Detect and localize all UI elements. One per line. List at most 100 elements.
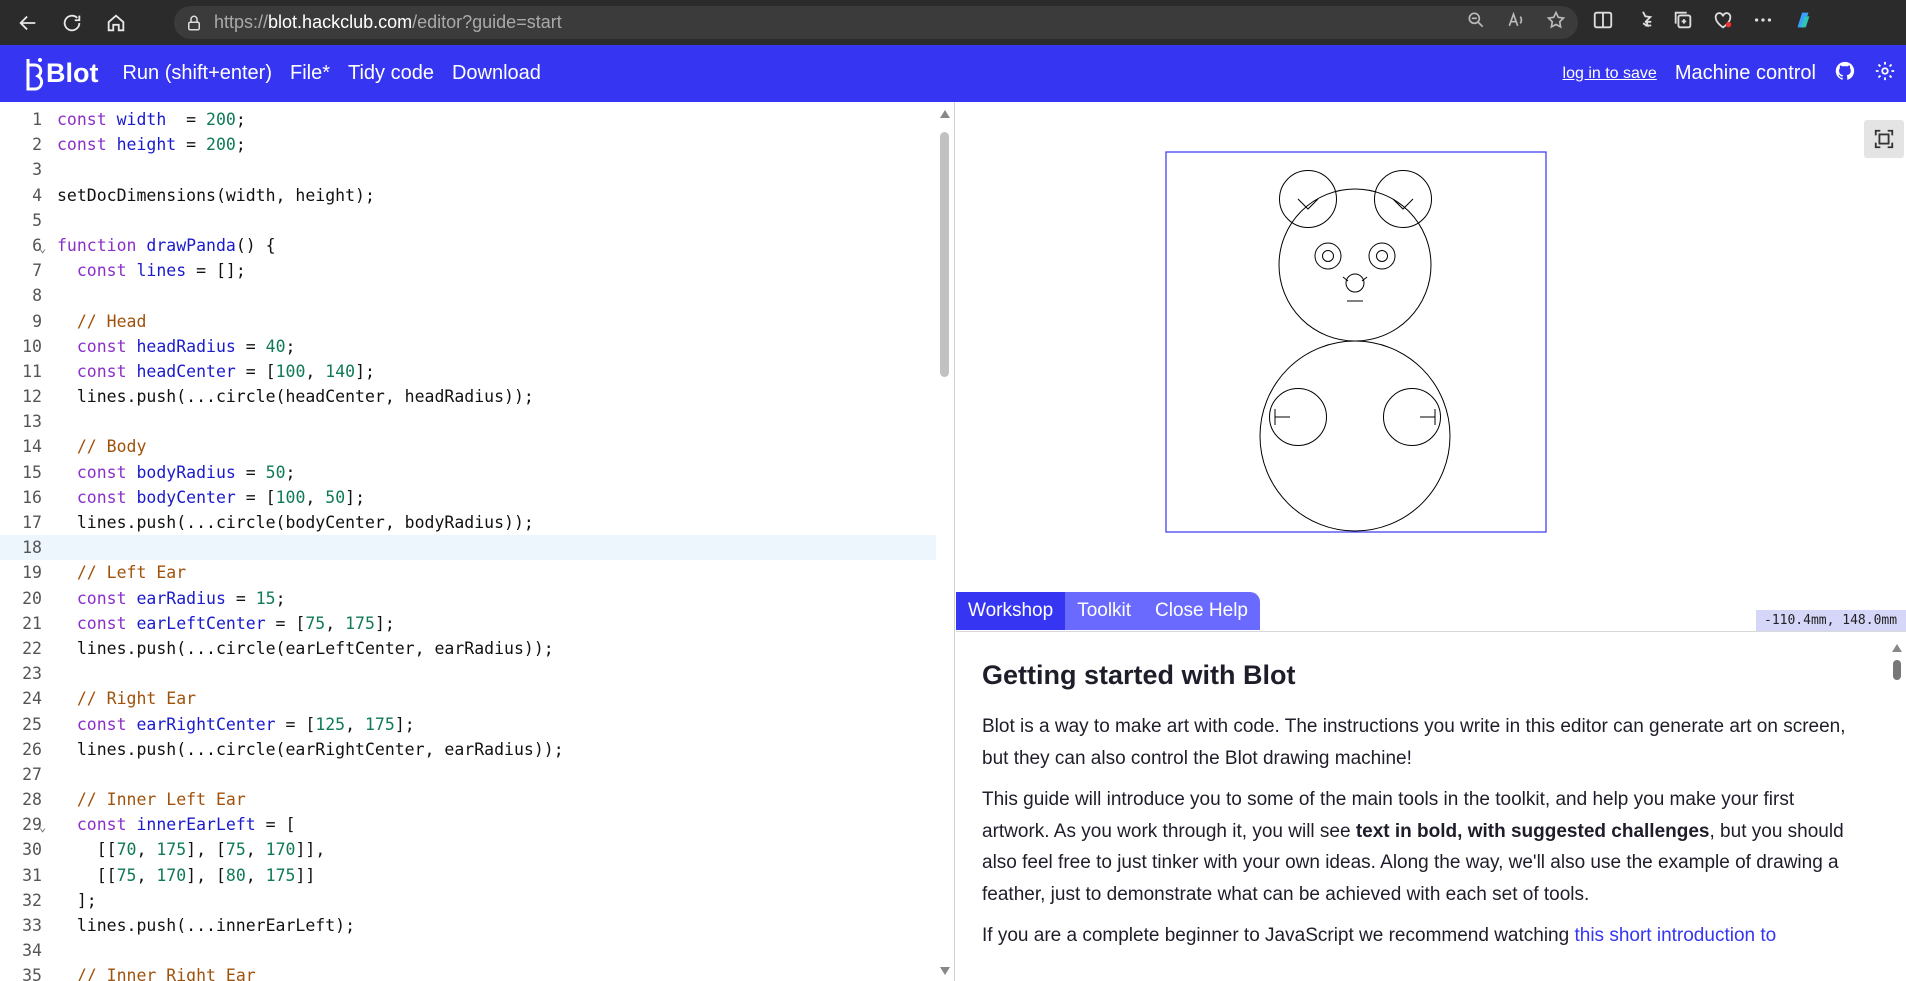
code-line[interactable]: 25 const earRightCenter = [125, 175]; bbox=[0, 712, 954, 737]
code-line[interactable]: 21 const earLeftCenter = [75, 175]; bbox=[0, 611, 954, 636]
code-line[interactable]: 9 // Head bbox=[0, 309, 954, 334]
code-line[interactable]: 11 const headCenter = [100, 140]; bbox=[0, 359, 954, 384]
code-line[interactable]: 8 bbox=[0, 283, 954, 308]
code-line[interactable]: 30 [[70, 175], [75, 170]], bbox=[0, 837, 954, 862]
code-line[interactable]: 34 bbox=[0, 938, 954, 963]
code-line[interactable]: 29 ⌄ const innerEarLeft = [ bbox=[0, 812, 954, 837]
help-scroll-up-arrow[interactable] bbox=[1892, 644, 1902, 652]
code-line[interactable]: 2 const height = 200; bbox=[0, 132, 954, 157]
code-text: [[75, 170], [80, 175]] bbox=[57, 865, 316, 885]
blot-logo[interactable]: Blot bbox=[20, 55, 98, 93]
line-number: 20 bbox=[22, 588, 42, 608]
cursor-coordinates: -110.4mm, 148.0mm bbox=[1756, 610, 1906, 631]
code-line[interactable]: 33 lines.push(...innerEarLeft); bbox=[0, 913, 954, 938]
scroll-up-arrow[interactable] bbox=[940, 110, 950, 118]
fit-view-icon[interactable] bbox=[1864, 120, 1904, 158]
machine-control-button[interactable]: Machine control bbox=[1675, 62, 1816, 85]
code-line[interactable]: 35 // Inner Right Ear bbox=[0, 963, 954, 981]
line-number: 34 bbox=[22, 941, 42, 961]
line-number: 5 bbox=[32, 210, 42, 230]
download-button[interactable]: Download bbox=[452, 62, 541, 85]
code-line[interactable]: 6 ⌄ function drawPanda() { bbox=[0, 233, 954, 258]
line-number: 15 bbox=[22, 462, 42, 482]
code-line[interactable]: 27 bbox=[0, 762, 954, 787]
code-line[interactable]: 10 const headRadius = 40; bbox=[0, 334, 954, 359]
line-number: 16 bbox=[22, 487, 42, 507]
code-line[interactable]: 23 bbox=[0, 661, 954, 686]
editor-scrollbar[interactable] bbox=[936, 102, 954, 981]
code-line[interactable]: 15 const bodyRadius = 50; bbox=[0, 460, 954, 485]
code-line[interactable]: 20 const earRadius = 15; bbox=[0, 586, 954, 611]
code-text: // Left Ear bbox=[76, 563, 187, 583]
code-line[interactable]: 28 // Inner Left Ear bbox=[0, 787, 954, 812]
run-button[interactable]: Run (shift+enter) bbox=[122, 62, 272, 85]
tab-toolkit[interactable]: Toolkit bbox=[1065, 592, 1143, 630]
close-help-button[interactable]: Close Help bbox=[1143, 592, 1260, 630]
code-line[interactable]: 1 const width = 200; bbox=[0, 107, 954, 132]
code-text: const width = 200; bbox=[57, 110, 246, 129]
zoom-icon[interactable] bbox=[1466, 10, 1486, 35]
favorites-icon[interactable] bbox=[1632, 9, 1654, 36]
code-text: lines.push(...circle(earRightCenter, ear… bbox=[57, 739, 564, 759]
back-icon[interactable] bbox=[6, 0, 50, 45]
tab-workshop[interactable]: Workshop bbox=[956, 592, 1066, 630]
file-menu[interactable]: File* bbox=[290, 62, 330, 85]
code-line[interactable]: 31 [[75, 170], [80, 175]] bbox=[0, 863, 954, 888]
scroll-down-arrow[interactable] bbox=[940, 967, 950, 975]
code-line[interactable]: 19 // Left Ear bbox=[0, 560, 954, 585]
help-scrollbar[interactable] bbox=[1888, 640, 1906, 981]
line-number: 7 bbox=[32, 261, 42, 281]
drawing-preview[interactable] bbox=[956, 102, 1906, 592]
line-number: 9 bbox=[32, 311, 42, 331]
code-line[interactable]: 26 lines.push(...circle(earRightCenter, … bbox=[0, 737, 954, 762]
split-screen-icon[interactable] bbox=[1592, 9, 1614, 36]
code-line[interactable]: 3 bbox=[0, 157, 954, 182]
code-line[interactable]: 13 bbox=[0, 409, 954, 434]
login-link[interactable]: log in to save bbox=[1563, 65, 1657, 83]
code-line[interactable]: 4 setDocDimensions(width, height); bbox=[0, 183, 954, 208]
code-line[interactable]: 7 const lines = []; bbox=[0, 258, 954, 283]
help-paragraph-3: If you are a complete beginner to JavaSc… bbox=[982, 925, 1777, 946]
line-number: 31 bbox=[22, 865, 42, 885]
code-line[interactable]: 32 ]; bbox=[0, 888, 954, 913]
url-text: https://blot.hackclub.com/editor?guide=s… bbox=[214, 12, 562, 32]
line-number: 1 bbox=[32, 110, 42, 129]
health-icon[interactable] bbox=[1712, 9, 1734, 36]
address-bar[interactable]: https://blot.hackclub.com/editor?guide=s… bbox=[174, 6, 1578, 39]
panda-drawing bbox=[1165, 151, 1547, 533]
reload-icon[interactable] bbox=[50, 0, 94, 45]
line-number: 33 bbox=[22, 916, 42, 935]
code-text: // Inner Right Ear bbox=[76, 966, 256, 981]
favorite-star-icon[interactable] bbox=[1546, 10, 1566, 35]
code-line[interactable]: 12 lines.push(...circle(headCenter, head… bbox=[0, 384, 954, 409]
code-line[interactable]: 5 bbox=[0, 208, 954, 233]
intro-video-link[interactable]: this short introduction to bbox=[1574, 925, 1776, 946]
more-icon[interactable] bbox=[1752, 9, 1774, 36]
code-editor[interactable]: 1 const width = 200; 2 const height = 200; 3… bbox=[0, 102, 955, 981]
divider bbox=[956, 631, 1906, 632]
code-line[interactable]: 18 bbox=[0, 535, 936, 561]
code-text: const earRightCenter = [125, 175]; bbox=[76, 714, 415, 734]
tidy-code-button[interactable]: Tidy code bbox=[348, 62, 434, 85]
code-line[interactable]: 17 lines.push(...circle(bodyCenter, body… bbox=[0, 510, 954, 535]
scroll-thumb[interactable] bbox=[940, 132, 949, 377]
home-icon[interactable] bbox=[94, 0, 138, 45]
code-line[interactable]: 14 // Body bbox=[0, 434, 954, 459]
code-line[interactable]: 16 const bodyCenter = [100, 50]; bbox=[0, 485, 954, 510]
help-scroll-thumb[interactable] bbox=[1893, 660, 1901, 680]
code-line[interactable]: 22 lines.push(...circle(earLeftCenter, e… bbox=[0, 636, 954, 661]
code-text: const headRadius = 40; bbox=[76, 336, 296, 356]
read-aloud-icon[interactable] bbox=[1506, 10, 1526, 35]
copilot-icon[interactable] bbox=[1792, 9, 1814, 36]
code-line[interactable]: 24 // Right Ear bbox=[0, 686, 954, 711]
collections-icon[interactable] bbox=[1672, 9, 1694, 36]
github-icon[interactable] bbox=[1834, 60, 1856, 87]
settings-gear-icon[interactable] bbox=[1874, 60, 1896, 87]
code-text: [[70, 175], [75, 170]], bbox=[57, 840, 326, 860]
line-number: 32 bbox=[22, 890, 42, 910]
